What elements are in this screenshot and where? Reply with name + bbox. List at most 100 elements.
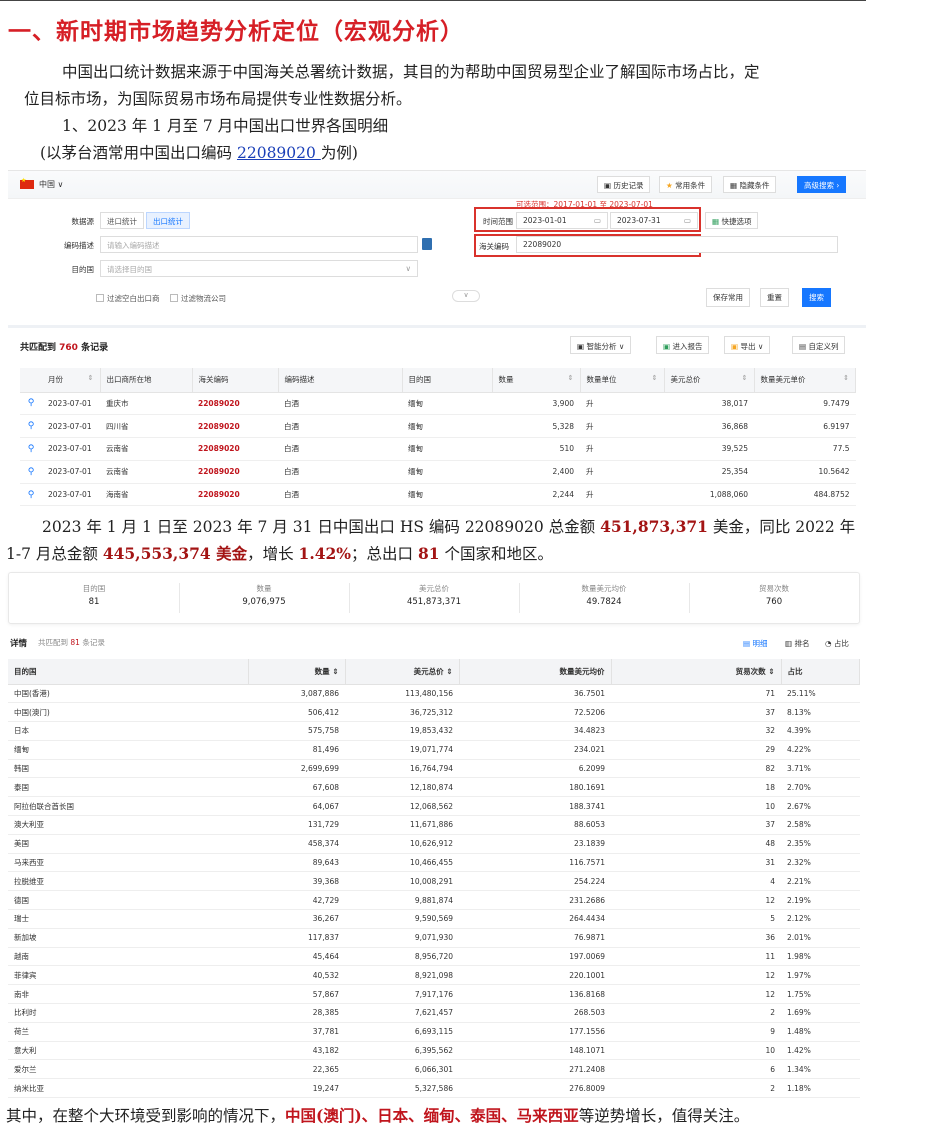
cell-share: 1.34% — [781, 1059, 860, 1080]
china-flag-icon — [20, 177, 34, 189]
cell-quantity: 57,867 — [248, 984, 345, 1005]
date-from-input[interactable]: 2023-01-01 ▭ — [516, 212, 608, 229]
cell-share: 2.12% — [781, 909, 860, 929]
cell-share: 2.58% — [781, 815, 860, 835]
table-row: 澳大利亚 131,729 11,671,886 88.6053 37 2.58% — [8, 815, 860, 835]
filter-logistics-checkbox[interactable]: 过滤物流公司 — [170, 293, 226, 304]
cell-destination: 新加坡 — [8, 928, 248, 948]
col-quantity[interactable]: 数量 ⇕ — [248, 659, 346, 685]
advanced-search-button[interactable]: 高级搜索 › — [797, 176, 847, 193]
summary-line-1: 2023 年 1 月 1 日至 2023 年 7 月 31 日中国出口 HS 编… — [42, 517, 856, 536]
cell-quantity: 3,900 — [492, 392, 580, 416]
cell-quantity: 506,412 — [248, 702, 345, 723]
detail-header: 详情 共匹配到 81 条记录 ▤ 明细 ▥ 排名 ◔ 占比 — [8, 634, 860, 656]
cell-avg-price: 220.1001 — [459, 965, 611, 986]
reset-button[interactable]: 重置 — [760, 288, 789, 307]
cell-hs-code: 22089020 — [192, 392, 278, 416]
destination-select[interactable]: 请选择目的国 ∨ — [100, 260, 418, 277]
hide-conditions-button[interactable]: ▦ 隐藏条件 — [723, 176, 777, 193]
cell-usd-total: 10,466,455 — [345, 853, 459, 873]
quick-options-button[interactable]: ▦ 快捷选项 — [705, 212, 759, 229]
cell-destination: 瑞士 — [8, 909, 248, 929]
cell-code-desc: 白酒 — [278, 414, 402, 439]
cell-avg-price: 23.1839 — [459, 834, 611, 854]
view-share-tab[interactable]: ◔ 占比 — [820, 634, 854, 651]
col-month[interactable]: 月份 ⇕ — [42, 368, 101, 393]
destination-label: 目的国 — [71, 265, 95, 274]
view-rank-tab[interactable]: ▥ 排名 — [780, 634, 814, 651]
results-panel: 共匹配到 760 条记录 ▣ 智能分析 ∨ ▣ 进入报告 ▣ 导出 ∨ ▤ 自定… — [8, 325, 866, 507]
table-row: 中国(香港) 3,087,886 113,480,156 36.7501 71 25.11… — [8, 684, 860, 704]
cell-quantity: 81,496 — [248, 740, 345, 760]
hs-code-input[interactable]: 22089020 — [516, 236, 838, 253]
common-conditions-button[interactable]: ★ 常用条件 — [659, 176, 713, 193]
cell-usd-total: 36,725,312 — [345, 702, 459, 723]
view-detail-icon[interactable]: ⚲ — [20, 392, 42, 416]
cell-usd-total: 5,327,586 — [345, 1078, 459, 1099]
col-usd-total[interactable]: 美元总价 ⇕ — [345, 659, 460, 685]
cell-quantity: 67,608 — [248, 777, 345, 798]
cell-share: 2.19% — [781, 890, 860, 911]
table-row: ⚲ 2023-07-01 四川省 22089020 白酒 缅甸 5,328 升 36,868 6.… — [20, 414, 856, 439]
view-detail-tab[interactable]: ▤ 明细 — [738, 634, 772, 651]
cell-exporter-location: 云南省 — [100, 437, 192, 461]
table-row: 菲律宾 40,532 8,921,098 220.1001 12 1.97% — [8, 965, 860, 986]
cell-avg-price: 34.4823 — [459, 721, 611, 741]
enter-report-button[interactable]: ▣ 进入报告 — [656, 336, 710, 354]
collapse-toggle[interactable]: ∨ — [452, 290, 480, 302]
translate-icon[interactable] — [422, 238, 432, 250]
col-usd-total[interactable]: 美元总价 ⇕ — [664, 368, 755, 393]
cell-avg-price: 268.503 — [459, 1003, 611, 1023]
closing-line: 其中，在整个大环境受到影响的情况下，中国(澳门)、日本、缅甸、泰国、马来西亚等逆… — [6, 1106, 750, 1125]
col-hs-code: 海关编码 — [192, 368, 279, 393]
cell-share: 4.39% — [781, 721, 860, 741]
view-detail-icon[interactable]: ⚲ — [20, 483, 42, 507]
cell-avg-price: 197.0069 — [459, 947, 611, 967]
search-button[interactable]: 搜索 — [802, 288, 831, 307]
cell-trade-count: 6 — [611, 1059, 781, 1080]
cell-quantity: 5,328 — [492, 414, 580, 439]
cell-avg-price: 76.9871 — [459, 928, 611, 948]
col-unit-price[interactable]: 数量美元单价 ⇕ — [754, 368, 856, 393]
col-trade-count[interactable]: 贸易次数 ⇕ — [611, 659, 782, 685]
cell-share: 1.42% — [781, 1041, 860, 1061]
table-row: 韩国 2,699,699 16,764,794 6.2099 82 3.71% — [8, 759, 860, 779]
cell-avg-price: 116.7571 — [459, 853, 611, 873]
history-button[interactable]: ▣ 历史记录 — [597, 176, 651, 193]
smart-analysis-button[interactable]: ▣ 智能分析 ∨ — [570, 336, 632, 354]
table-row: ⚲ 2023-07-01 海南省 22089020 白酒 缅甸 2,244 升 1,088,06… — [20, 483, 856, 507]
cell-destination: 南非 — [8, 984, 248, 1005]
date-to-input[interactable]: 2023-07-31 ▭ — [610, 212, 698, 229]
view-detail-icon[interactable]: ⚲ — [20, 414, 42, 439]
cell-quantity: 22,365 — [248, 1059, 345, 1080]
save-common-button[interactable]: 保存常用 — [706, 288, 750, 307]
view-detail-icon[interactable]: ⚲ — [20, 437, 42, 461]
view-detail-icon[interactable]: ⚲ — [20, 460, 42, 484]
cell-avg-price: 231.2686 — [459, 890, 611, 911]
cell-usd-total: 11,671,886 — [345, 815, 459, 835]
cell-trade-count: 37 — [611, 815, 781, 835]
cell-share: 3.71% — [781, 759, 860, 779]
cell-destination: 中国(澳门) — [8, 702, 248, 723]
cell-usd-total: 6,066,301 — [345, 1059, 459, 1080]
import-stats-option[interactable]: 进口统计 — [100, 212, 144, 229]
country-select[interactable]: 中国 ∨ — [39, 179, 63, 190]
panel-toolbar: 中国 ∨ ▣ 历史记录 ★ 常用条件 ▦ 隐藏条件 高级搜索 › — [8, 171, 866, 199]
cell-avg-price: 136.8168 — [459, 984, 611, 1005]
col-quantity[interactable]: 数量 ⇕ — [492, 368, 581, 393]
filter-blank-exporter-checkbox[interactable]: 过滤空白出口商 — [96, 293, 160, 304]
cell-quantity: 45,464 — [248, 947, 345, 967]
cell-unit-price: 10.5642 — [754, 460, 856, 484]
example-code-link[interactable]: 22089020 — [237, 144, 321, 162]
cell-trade-count: 29 — [611, 740, 781, 760]
custom-columns-button[interactable]: ▤ 自定义列 — [792, 336, 846, 354]
export-stats-option[interactable]: 出口统计 — [146, 212, 190, 229]
cell-avg-price: 88.6053 — [459, 815, 611, 835]
cell-usd-total: 1,088,060 — [664, 483, 754, 507]
col-unit[interactable]: 数量单位 ⇕ — [580, 368, 665, 393]
export-button[interactable]: ▣ 导出 ∨ — [724, 336, 771, 354]
cell-month: 2023-07-01 — [42, 414, 100, 439]
country-detail-table: 目的国 数量 ⇕ 美元总价 ⇕ 数量美元均价 贸易次数 ⇕ 占比 中国(香港) 3… — [8, 659, 860, 1099]
code-desc-input[interactable]: 请输入编码描述 — [100, 236, 418, 253]
section-1-title: 1、2023 年 1 月至 7 月中国出口世界各国明细 — [62, 117, 389, 135]
